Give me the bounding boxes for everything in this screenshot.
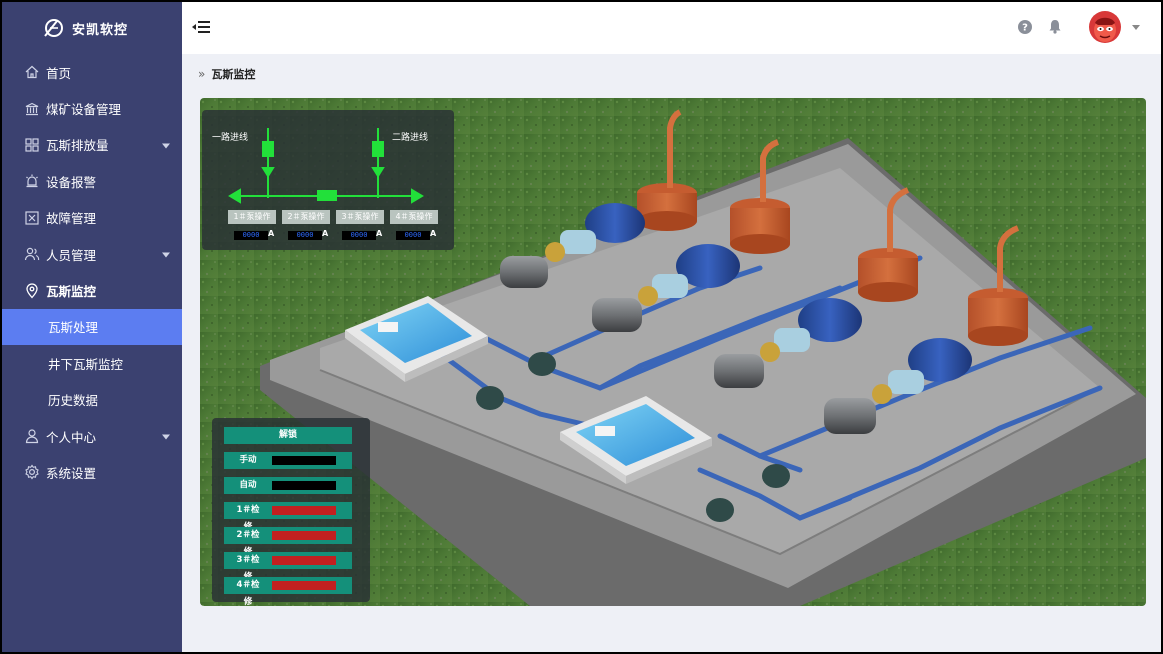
status-indicator bbox=[272, 481, 336, 490]
status-indicator bbox=[272, 556, 336, 565]
menu-collapse-icon[interactable] bbox=[192, 19, 210, 35]
chevron-down-icon bbox=[162, 434, 170, 440]
pump-1-operate-button[interactable]: 1＃泵操作 bbox=[228, 210, 276, 224]
brand-name: 安凯软控 bbox=[72, 22, 129, 38]
pump-2-maintenance-row[interactable]: 2＃检修 bbox=[224, 527, 352, 557]
sidebar-item-label: 瓦斯排放量 bbox=[46, 138, 109, 154]
sidebar-item-personnel[interactable]: 人员管理 bbox=[2, 236, 182, 272]
status-indicator bbox=[272, 581, 336, 590]
sidebar-item-mine-equipment[interactable]: 煤矿设备管理 bbox=[2, 90, 182, 126]
sidebar-item-label: 个人中心 bbox=[46, 429, 97, 445]
power-line-panel: 一路进线 二路进线 1＃泵操作 2＃泵操作 3＃泵操作 4＃泵操作 0000 A… bbox=[202, 110, 454, 250]
pump-2-current-readout: 0000 bbox=[288, 231, 322, 240]
sidebar-item-history-data[interactable]: 历史数据 bbox=[2, 382, 182, 418]
sidebar-item-label: 人员管理 bbox=[46, 247, 97, 263]
pump-1-current-readout: 0000 bbox=[234, 231, 268, 240]
brand[interactable]: 安凯软控 bbox=[2, 2, 182, 54]
sidebar-item-gas-emission[interactable]: 瓦斯排放量 bbox=[2, 127, 182, 163]
alarm-icon bbox=[26, 174, 38, 188]
avatar-image-icon bbox=[1089, 11, 1121, 43]
app-window: 安凯软控 首页 煤矿设备管理 瓦斯排放量 设备报警 故障管理 人员管理 瓦斯监控… bbox=[2, 2, 1161, 652]
sidebar-item-label: 历史数据 bbox=[48, 393, 99, 409]
sidebar-item-label: 瓦斯处理 bbox=[48, 320, 99, 336]
fault-icon bbox=[25, 211, 39, 225]
chevron-down-icon bbox=[162, 252, 170, 258]
pump-1-maintenance-row[interactable]: 1＃检修 bbox=[224, 502, 352, 532]
status-indicator bbox=[272, 531, 336, 540]
manual-mode-row[interactable]: 手动 bbox=[224, 452, 352, 469]
sidebar-item-fault-management[interactable]: 故障管理 bbox=[2, 200, 182, 236]
pump-4-operate-button[interactable]: 4＃泵操作 bbox=[390, 210, 438, 224]
pump-2-operate-button[interactable]: 2＃泵操作 bbox=[282, 210, 330, 224]
svg-text:?: ? bbox=[1022, 23, 1028, 34]
help-icon[interactable]: ? bbox=[1018, 20, 1032, 34]
breadcrumb: » 瓦斯监控 bbox=[198, 66, 255, 82]
row-label: 自动 bbox=[239, 480, 257, 490]
status-indicator bbox=[272, 456, 336, 465]
single-line-diagram bbox=[228, 128, 424, 204]
location-icon bbox=[26, 282, 38, 299]
pump-3-unit: A bbox=[376, 229, 383, 238]
breadcrumb-current[interactable]: 瓦斯监控 bbox=[211, 66, 255, 82]
chevron-down-icon[interactable] bbox=[1132, 25, 1140, 30]
valve bbox=[476, 386, 504, 410]
sidebar: 安凯软控 首页 煤矿设备管理 瓦斯排放量 设备报警 故障管理 人员管理 瓦斯监控… bbox=[2, 2, 182, 652]
sidebar-item-label: 井下瓦斯监控 bbox=[48, 356, 124, 372]
topbar: ? bbox=[182, 2, 1161, 54]
sidebar-item-personal-center[interactable]: 个人中心 bbox=[2, 418, 182, 454]
sidebar-item-home[interactable]: 首页 bbox=[2, 54, 182, 90]
bell-icon[interactable] bbox=[1048, 19, 1062, 34]
row-label: 4＃检修 bbox=[236, 580, 260, 607]
sidebar-item-system-settings[interactable]: 系统设置 bbox=[2, 454, 182, 490]
unlock-button[interactable]: 解锁 bbox=[224, 427, 352, 444]
users-icon bbox=[24, 247, 40, 261]
sidebar-item-device-alarm[interactable]: 设备报警 bbox=[2, 163, 182, 199]
chevron-down-icon bbox=[162, 143, 170, 149]
sidebar-item-label: 煤矿设备管理 bbox=[46, 102, 122, 118]
sidebar-menu: 首页 煤矿设备管理 瓦斯排放量 设备报警 故障管理 人员管理 瓦斯监控 瓦斯处理… bbox=[2, 54, 182, 491]
row-label: 手动 bbox=[239, 455, 257, 465]
sidebar-item-gas-processing[interactable]: 瓦斯处理 bbox=[2, 308, 182, 346]
grid-icon bbox=[25, 138, 39, 152]
pump-3-maintenance-row[interactable]: 3＃检修 bbox=[224, 552, 352, 582]
pump-3-operate-button[interactable]: 3＃泵操作 bbox=[336, 210, 384, 224]
user-icon bbox=[25, 429, 39, 444]
sidebar-item-label: 瓦斯监控 bbox=[46, 284, 97, 300]
control-panel: 解锁 手动 自动 1＃检修 2＃检修 3＃检修 4＃检修 bbox=[212, 418, 370, 607]
brand-logo-icon bbox=[44, 19, 63, 37]
sidebar-item-gas-monitor[interactable]: 瓦斯监控 bbox=[2, 272, 182, 308]
home-icon bbox=[25, 65, 39, 79]
sidebar-item-label: 故障管理 bbox=[46, 211, 97, 227]
auto-mode-row[interactable]: 自动 bbox=[224, 477, 352, 494]
pump-4-current-readout: 0000 bbox=[396, 231, 430, 240]
pump-1-unit: A bbox=[268, 229, 275, 238]
pump-3-current-readout: 0000 bbox=[342, 231, 376, 240]
avatar[interactable] bbox=[1089, 11, 1121, 43]
gear-icon bbox=[25, 465, 39, 480]
double-chevron-right-icon: » bbox=[198, 67, 206, 81]
pump-4-maintenance-row[interactable]: 4＃检修 bbox=[224, 577, 352, 607]
pump-4-unit: A bbox=[430, 229, 437, 238]
bank-icon bbox=[25, 102, 39, 115]
sidebar-item-label: 首页 bbox=[46, 65, 72, 81]
pump-2-unit: A bbox=[322, 229, 329, 238]
status-indicator bbox=[272, 506, 336, 515]
sidebar-item-label: 设备报警 bbox=[46, 174, 97, 190]
sidebar-item-underground-gas-monitor[interactable]: 井下瓦斯监控 bbox=[2, 345, 182, 381]
sidebar-item-label: 系统设置 bbox=[46, 465, 97, 481]
